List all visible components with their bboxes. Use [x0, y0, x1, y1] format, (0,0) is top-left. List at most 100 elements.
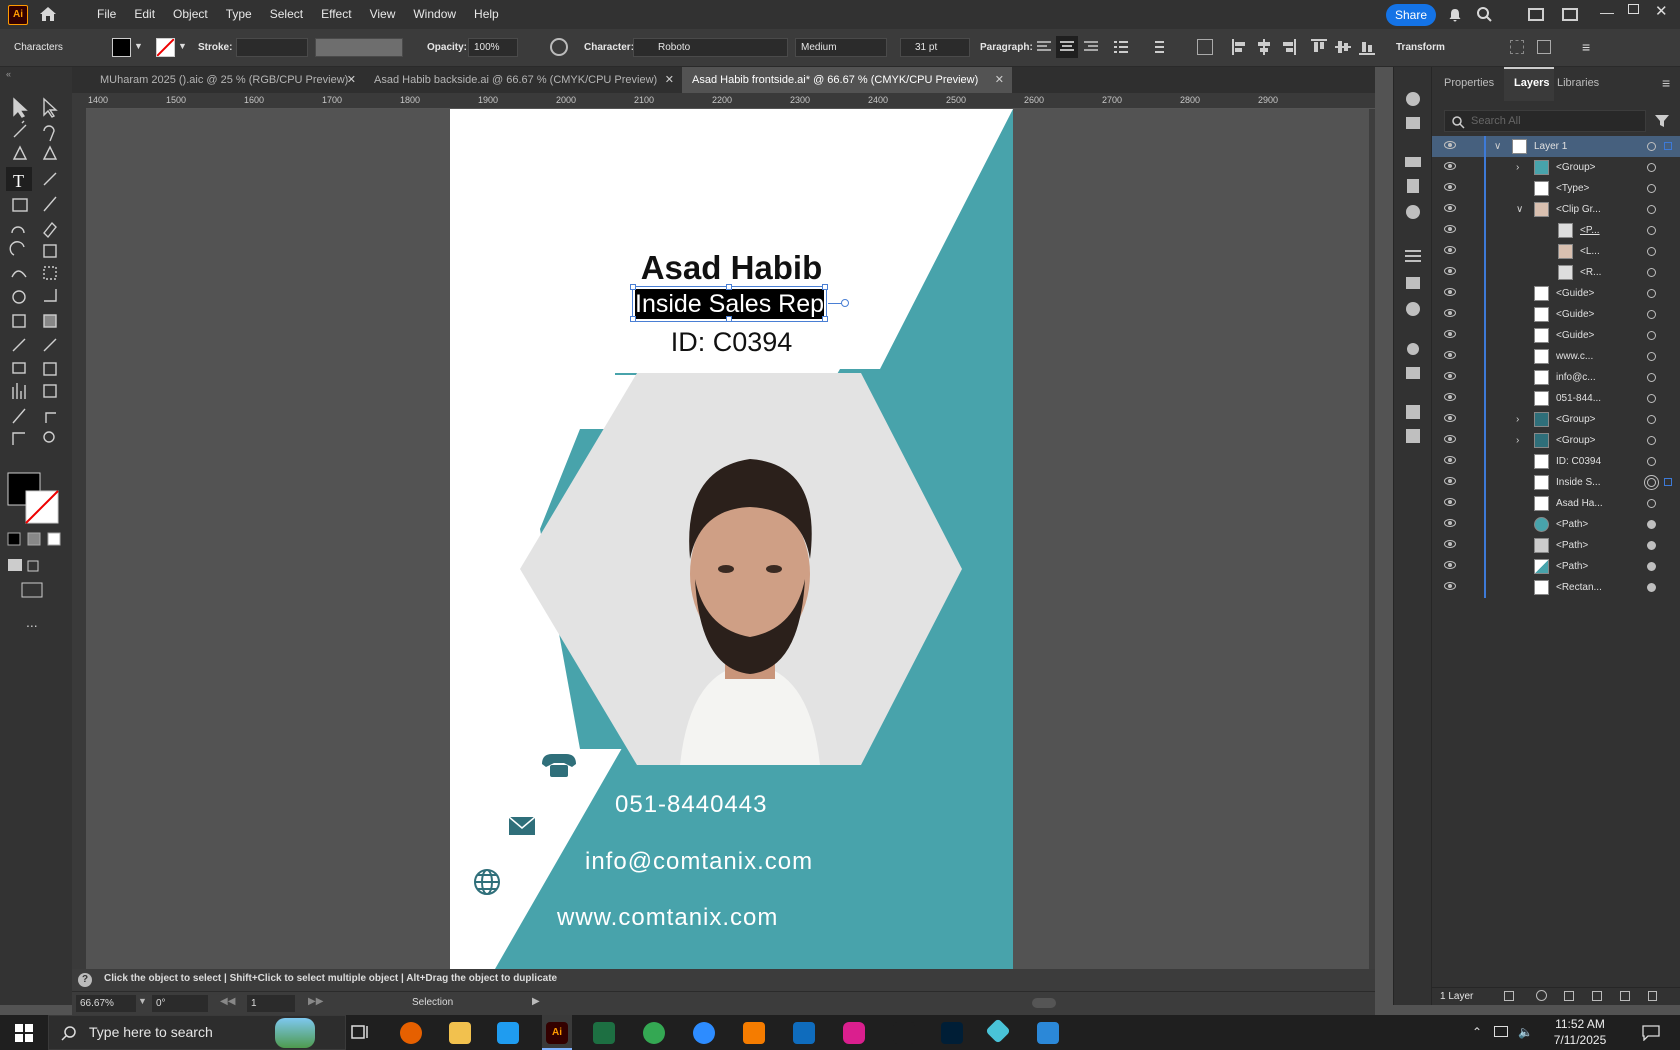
artboard-number-input[interactable]: 1: [247, 995, 295, 1012]
chevron-down-icon[interactable]: ∨: [1516, 199, 1523, 220]
menu-help[interactable]: Help: [465, 0, 508, 29]
visibility-eye-icon[interactable]: [1444, 540, 1456, 548]
layer-row[interactable]: <L...: [1432, 241, 1680, 262]
visibility-eye-icon[interactable]: [1444, 183, 1456, 191]
tab-frontside[interactable]: Asad Habib frontside.ai* @ 66.67 % (CMYK…: [682, 67, 1012, 93]
menu-edit[interactable]: Edit: [125, 0, 164, 29]
target-circle-icon[interactable]: [1647, 499, 1656, 508]
notification-icon[interactable]: [1642, 1025, 1660, 1041]
layer-row[interactable]: info@c...: [1432, 367, 1680, 388]
align-right-objects-icon[interactable]: [1280, 39, 1296, 58]
diamond-app-icon[interactable]: [985, 1018, 1011, 1044]
trash-icon[interactable]: [1648, 991, 1657, 1001]
artboard[interactable]: Asad Habib Inside Sales Rep ID: C0394 05…: [450, 109, 1013, 969]
network-icon[interactable]: [1494, 1026, 1508, 1037]
last-artboard-icon[interactable]: ▶▶: [308, 996, 323, 1007]
layer-row[interactable]: <Rectan...: [1432, 577, 1680, 598]
card-email[interactable]: info@comtanix.com: [585, 848, 813, 876]
canvas[interactable]: Asad Habib Inside Sales Rep ID: C0394 05…: [86, 109, 1375, 969]
menu-view[interactable]: View: [361, 0, 405, 29]
visibility-eye-icon[interactable]: [1444, 141, 1456, 149]
target-circle-icon[interactable]: [1647, 394, 1656, 403]
visibility-eye-icon[interactable]: [1444, 498, 1456, 506]
layer-row[interactable]: <Guide>: [1432, 283, 1680, 304]
horizontal-scrollbar-thumb[interactable]: [1032, 998, 1056, 1008]
arrange-icon[interactable]: [1562, 8, 1578, 21]
chevron-right-icon[interactable]: ›: [1516, 430, 1519, 451]
menu-select[interactable]: Select: [261, 0, 312, 29]
rotation-input[interactable]: 0°: [152, 995, 208, 1012]
locate-object-icon[interactable]: [1536, 990, 1547, 1001]
arrange-documents-icon[interactable]: [1537, 40, 1551, 54]
align-center-icon[interactable]: [1056, 36, 1078, 58]
pen-app-icon[interactable]: [893, 1022, 915, 1044]
filter-icon[interactable]: [1654, 113, 1670, 129]
layer-row[interactable]: <P...: [1432, 220, 1680, 241]
layer-row[interactable]: ∨ Layer 1: [1432, 136, 1680, 157]
chrome-icon[interactable]: [643, 1022, 665, 1044]
windows-start-icon[interactable]: [15, 1024, 33, 1042]
layer-row[interactable]: <Guide>: [1432, 325, 1680, 346]
visibility-eye-icon[interactable]: [1444, 393, 1456, 401]
panel-menu-icon[interactable]: ≡: [1662, 75, 1670, 91]
layers-search-input[interactable]: Search All: [1444, 110, 1646, 132]
layer-row[interactable]: › <Group>: [1432, 157, 1680, 178]
new-layer-icon[interactable]: [1620, 991, 1630, 1001]
shape-icon[interactable]: [1197, 39, 1213, 55]
home-icon[interactable]: [38, 4, 58, 27]
target-circle-icon[interactable]: [1647, 289, 1656, 298]
layer-row[interactable]: <Path>: [1432, 535, 1680, 556]
layer-row[interactable]: www.c...: [1432, 346, 1680, 367]
resize-handle[interactable]: [630, 284, 636, 290]
vertical-ruler[interactable]: [72, 109, 86, 969]
clock-time[interactable]: 11:52 AM: [1545, 1017, 1615, 1031]
visibility-eye-icon[interactable]: [1444, 267, 1456, 275]
visibility-eye-icon[interactable]: [1444, 477, 1456, 485]
target-circle-icon[interactable]: [1647, 184, 1656, 193]
search-icon[interactable]: [1476, 6, 1493, 26]
layer-row[interactable]: <Path>: [1432, 514, 1680, 535]
target-circle-icon[interactable]: [1647, 415, 1656, 424]
close-tab-icon[interactable]: ✕: [995, 67, 1004, 93]
chevron-down-icon[interactable]: ▼: [178, 41, 187, 51]
target-circle-icon[interactable]: [1647, 457, 1656, 466]
vscode-icon[interactable]: [497, 1022, 519, 1044]
horizontal-ruler[interactable]: 1400 1500 1600 1700 1800 1900 2000 2100 …: [86, 93, 1375, 109]
numbering-icon[interactable]: [1150, 40, 1164, 57]
ruler-origin[interactable]: [72, 93, 86, 109]
minimize-icon[interactable]: —: [1600, 4, 1614, 20]
recolor-icon[interactable]: [550, 38, 568, 56]
share-button[interactable]: Share: [1386, 4, 1436, 26]
card-id[interactable]: ID: C0394: [450, 327, 1013, 358]
collect-export-icon[interactable]: [1504, 991, 1514, 1001]
visibility-eye-icon[interactable]: [1444, 519, 1456, 527]
selection-bounding-box[interactable]: [630, 284, 849, 322]
target-circle-icon[interactable]: [1647, 310, 1656, 319]
target-circle-icon[interactable]: [1647, 541, 1656, 550]
visibility-eye-icon[interactable]: [1444, 225, 1456, 233]
chevron-down-icon[interactable]: ▼: [134, 41, 143, 51]
visibility-eye-icon[interactable]: [1444, 330, 1456, 338]
target-circle-icon[interactable]: [1647, 478, 1656, 487]
align-vcenter-icon[interactable]: [1335, 39, 1351, 58]
visibility-eye-icon[interactable]: [1444, 435, 1456, 443]
chevron-right-icon[interactable]: ›: [1516, 409, 1519, 430]
status-menu-icon[interactable]: ▶: [532, 996, 540, 1007]
bullets-icon[interactable]: [1114, 40, 1128, 57]
stroke-weight-input[interactable]: [236, 38, 308, 57]
target-circle-icon[interactable]: [1647, 520, 1656, 529]
opacity-input[interactable]: 100%: [468, 38, 518, 57]
menu-effect[interactable]: Effect: [312, 0, 360, 29]
target-circle-icon[interactable]: [1647, 163, 1656, 172]
transform-link[interactable]: Transform: [1396, 42, 1445, 53]
align-bottom-icon[interactable]: [1359, 39, 1375, 58]
taskbar-search-input[interactable]: Type here to search: [48, 1015, 346, 1050]
layer-row[interactable]: <Path>: [1432, 556, 1680, 577]
layer-row[interactable]: › <Group>: [1432, 409, 1680, 430]
chevron-down-icon[interactable]: ∨: [1494, 136, 1501, 157]
menu-file[interactable]: File: [88, 0, 125, 29]
resize-handle[interactable]: [726, 284, 732, 290]
fill-swatch[interactable]: [112, 38, 131, 57]
resize-handle[interactable]: [630, 316, 636, 322]
close-tab-icon[interactable]: ✕: [347, 67, 356, 93]
